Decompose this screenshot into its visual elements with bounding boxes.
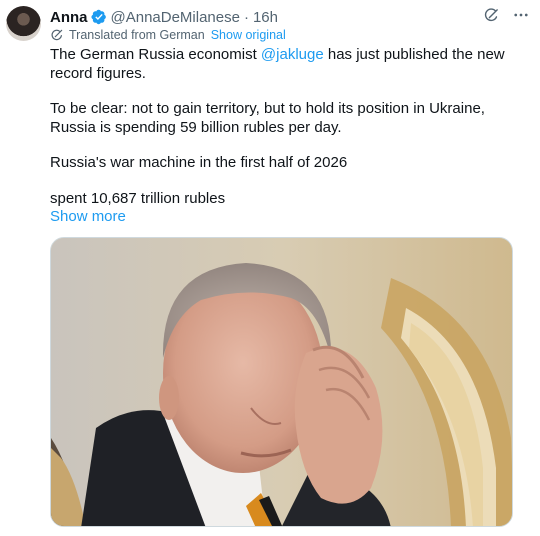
translated-label: Translated from German	[69, 28, 205, 42]
translation-notice: Translated from German Show original	[50, 28, 286, 42]
translate-icon	[50, 28, 64, 42]
photo-illustration	[51, 238, 512, 526]
verified-badge-icon	[90, 9, 107, 25]
grok-icon[interactable]	[482, 6, 500, 24]
header-actions	[482, 6, 530, 24]
tweet-header: Anna @AnnaDeMilanese · 16h	[50, 7, 530, 27]
paragraph-3: Russia's war machine in the first half o…	[50, 154, 348, 171]
author-handle[interactable]: @AnnaDeMilanese	[111, 9, 240, 26]
avatar[interactable]	[6, 6, 41, 41]
paragraph-4: spent 10,687 trillion rubles	[50, 189, 226, 207]
paragraph-1: The German Russia economist @jakluge has…	[50, 46, 525, 83]
paragraph-2: To be clear: not to gain territory, but …	[50, 100, 485, 136]
tweet-text: The German Russia economist @jakluge has…	[50, 46, 525, 225]
text-line1-pre: The German Russia economist	[50, 46, 261, 63]
separator-dot: ·	[243, 8, 249, 26]
timestamp[interactable]: 16h	[253, 9, 278, 26]
more-icon[interactable]	[512, 6, 530, 24]
tweet-photo[interactable]	[50, 237, 513, 527]
show-original-link[interactable]: Show original	[211, 28, 286, 42]
mention-link[interactable]: @jakluge	[261, 46, 324, 63]
author-name[interactable]: Anna	[50, 9, 88, 26]
show-more-link[interactable]: Show more	[50, 208, 126, 225]
